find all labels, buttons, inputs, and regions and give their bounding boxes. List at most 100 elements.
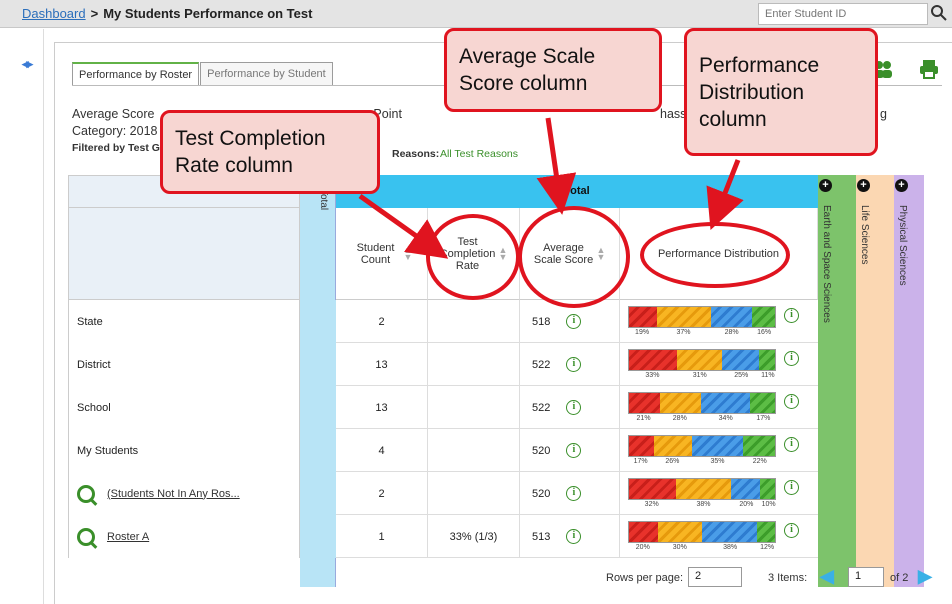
average-score-value: 520 bbox=[532, 487, 551, 500]
expand-plus-icon[interactable]: + bbox=[819, 179, 832, 192]
distribution-segment[interactable] bbox=[629, 436, 654, 456]
info-icon[interactable]: i bbox=[784, 437, 799, 452]
table-row: (Students Not In Any Ros... 2 520 i 32% 38% 20… bbox=[68, 472, 818, 515]
distribution-percents: 33% 31% 25% 11% bbox=[628, 372, 776, 382]
distribution-segment[interactable] bbox=[742, 436, 775, 456]
average-score-highlight-ring bbox=[518, 206, 630, 308]
distribution-segment[interactable] bbox=[700, 393, 751, 413]
magnify-roster-icon[interactable] bbox=[77, 527, 95, 546]
info-icon[interactable]: i bbox=[784, 308, 799, 323]
distribution-bar[interactable] bbox=[628, 349, 776, 371]
tab-performance-by-roster[interactable]: Performance by Roster bbox=[72, 62, 200, 86]
student-count-cell: 1 bbox=[336, 515, 428, 558]
distribution-bar[interactable] bbox=[628, 306, 776, 328]
physical-sciences-label: Physical Sciences bbox=[897, 205, 908, 286]
info-icon[interactable]: i bbox=[784, 394, 799, 409]
row-label-cell: My Students bbox=[68, 429, 300, 472]
distribution-segment[interactable] bbox=[658, 522, 702, 542]
distribution-bar[interactable] bbox=[628, 392, 776, 414]
expand-collapse-icon[interactable]: ◂▸ bbox=[22, 56, 33, 72]
life-sciences-column[interactable]: + Life Sciences bbox=[856, 175, 884, 587]
report-category: Category: 2018 bbox=[72, 124, 158, 138]
distribution-segment[interactable] bbox=[629, 393, 660, 413]
info-icon[interactable]: i bbox=[566, 443, 582, 458]
distribution-segment[interactable] bbox=[659, 393, 701, 413]
distribution-segment[interactable] bbox=[629, 479, 676, 499]
total-group-header: Total bbox=[336, 175, 818, 208]
distribution-bar[interactable] bbox=[628, 521, 776, 543]
distribution-callout: Performance Distribution column bbox=[684, 28, 878, 156]
distribution-percent: 22% bbox=[752, 458, 767, 465]
info-icon[interactable]: i bbox=[784, 351, 799, 366]
distribution-percent: 37% bbox=[676, 329, 691, 336]
expand-plus-icon[interactable]: + bbox=[857, 179, 870, 192]
info-icon[interactable]: i bbox=[566, 314, 582, 329]
breadcrumb-dashboard-link[interactable]: Dashboard bbox=[22, 6, 86, 21]
average-score-cell: 520 i bbox=[520, 472, 620, 515]
table-row: State 2 518 i 19% 37% 28% 16% i bbox=[68, 300, 818, 343]
next-page-icon[interactable]: ▶ bbox=[918, 566, 932, 587]
info-icon[interactable]: i bbox=[566, 357, 582, 372]
physical-sciences-column[interactable]: + Physical Sciences bbox=[894, 175, 924, 587]
info-icon[interactable]: i bbox=[784, 480, 799, 495]
student-search-input[interactable] bbox=[758, 3, 928, 25]
search-icon[interactable] bbox=[930, 4, 950, 24]
distribution-bar[interactable] bbox=[628, 435, 776, 457]
page-number-input[interactable]: 1 bbox=[848, 567, 884, 587]
distribution-segment[interactable] bbox=[710, 307, 752, 327]
tab-performance-by-student[interactable]: Performance by Student bbox=[200, 62, 333, 86]
distribution-percent: 20% bbox=[739, 501, 754, 508]
distribution-segment[interactable] bbox=[701, 522, 758, 542]
rows-per-page-input[interactable]: 2 bbox=[688, 567, 742, 587]
average-score-cell: 513 i bbox=[520, 515, 620, 558]
earth-space-sciences-column[interactable]: + Earth and Space Sciences bbox=[818, 175, 836, 587]
roster-link[interactable]: (Students Not In Any Ros... bbox=[107, 488, 240, 500]
distribution-segment[interactable] bbox=[675, 479, 732, 499]
roster-link[interactable]: Roster A bbox=[107, 531, 149, 543]
distribution-callout-line3: column bbox=[699, 107, 767, 131]
distribution-percent: 26% bbox=[665, 458, 680, 465]
distribution-callout-line2: Distribution bbox=[699, 80, 805, 104]
previous-page-icon[interactable]: ◀ bbox=[820, 566, 834, 587]
student-count-cell: 13 bbox=[336, 343, 428, 386]
info-icon[interactable]: i bbox=[784, 523, 799, 538]
distribution-percent: 11% bbox=[761, 372, 775, 379]
distribution-segment[interactable] bbox=[751, 307, 775, 327]
distribution-percents: 17% 26% 35% 22% bbox=[628, 458, 776, 468]
distribution-percent: 31% bbox=[692, 372, 707, 379]
distribution-segment[interactable] bbox=[722, 350, 759, 370]
distribution-segment[interactable] bbox=[691, 436, 743, 456]
distribution-segment[interactable] bbox=[656, 307, 711, 327]
sort-icon[interactable]: ▲ ▼ bbox=[404, 245, 413, 261]
distribution-segment[interactable] bbox=[629, 307, 657, 327]
distribution-segment[interactable] bbox=[758, 350, 775, 370]
expand-plus-icon[interactable]: + bbox=[895, 179, 908, 192]
completion-callout-line2: Rate column bbox=[175, 154, 293, 177]
distribution-percent: 17% bbox=[756, 415, 771, 422]
distribution-bar[interactable] bbox=[628, 478, 776, 500]
top-bar: Dashboard > My Students Performance on Tes… bbox=[0, 0, 952, 28]
distribution-segment[interactable] bbox=[760, 479, 775, 499]
average-score-value: 522 bbox=[532, 358, 551, 371]
distribution-segment[interactable] bbox=[653, 436, 692, 456]
distribution-cell: 17% 26% 35% 22% i bbox=[620, 429, 818, 472]
average-score-cell: 522 i bbox=[520, 343, 620, 386]
row-label: State bbox=[77, 315, 103, 328]
breadcrumb: Dashboard > My Students Performance on Tes… bbox=[22, 6, 312, 21]
distribution-segment[interactable] bbox=[677, 350, 723, 370]
distribution-percent: 30% bbox=[672, 544, 687, 551]
student-count-header[interactable]: Student Count ▲ ▼ bbox=[336, 208, 428, 300]
distribution-segment[interactable] bbox=[750, 393, 775, 413]
distribution-segment[interactable] bbox=[629, 522, 659, 542]
print-icon[interactable] bbox=[918, 58, 940, 80]
reasons-value[interactable]: All Test Reasons bbox=[440, 148, 518, 160]
student-count-cell: 4 bbox=[336, 429, 428, 472]
info-icon[interactable]: i bbox=[566, 400, 582, 415]
magnify-roster-icon[interactable] bbox=[77, 484, 95, 503]
distribution-segment[interactable] bbox=[731, 479, 761, 499]
info-icon[interactable]: i bbox=[566, 486, 582, 501]
info-icon[interactable]: i bbox=[566, 529, 582, 544]
distribution-segment[interactable] bbox=[757, 522, 775, 542]
average-score-value: 513 bbox=[532, 530, 551, 543]
distribution-segment[interactable] bbox=[629, 350, 678, 370]
